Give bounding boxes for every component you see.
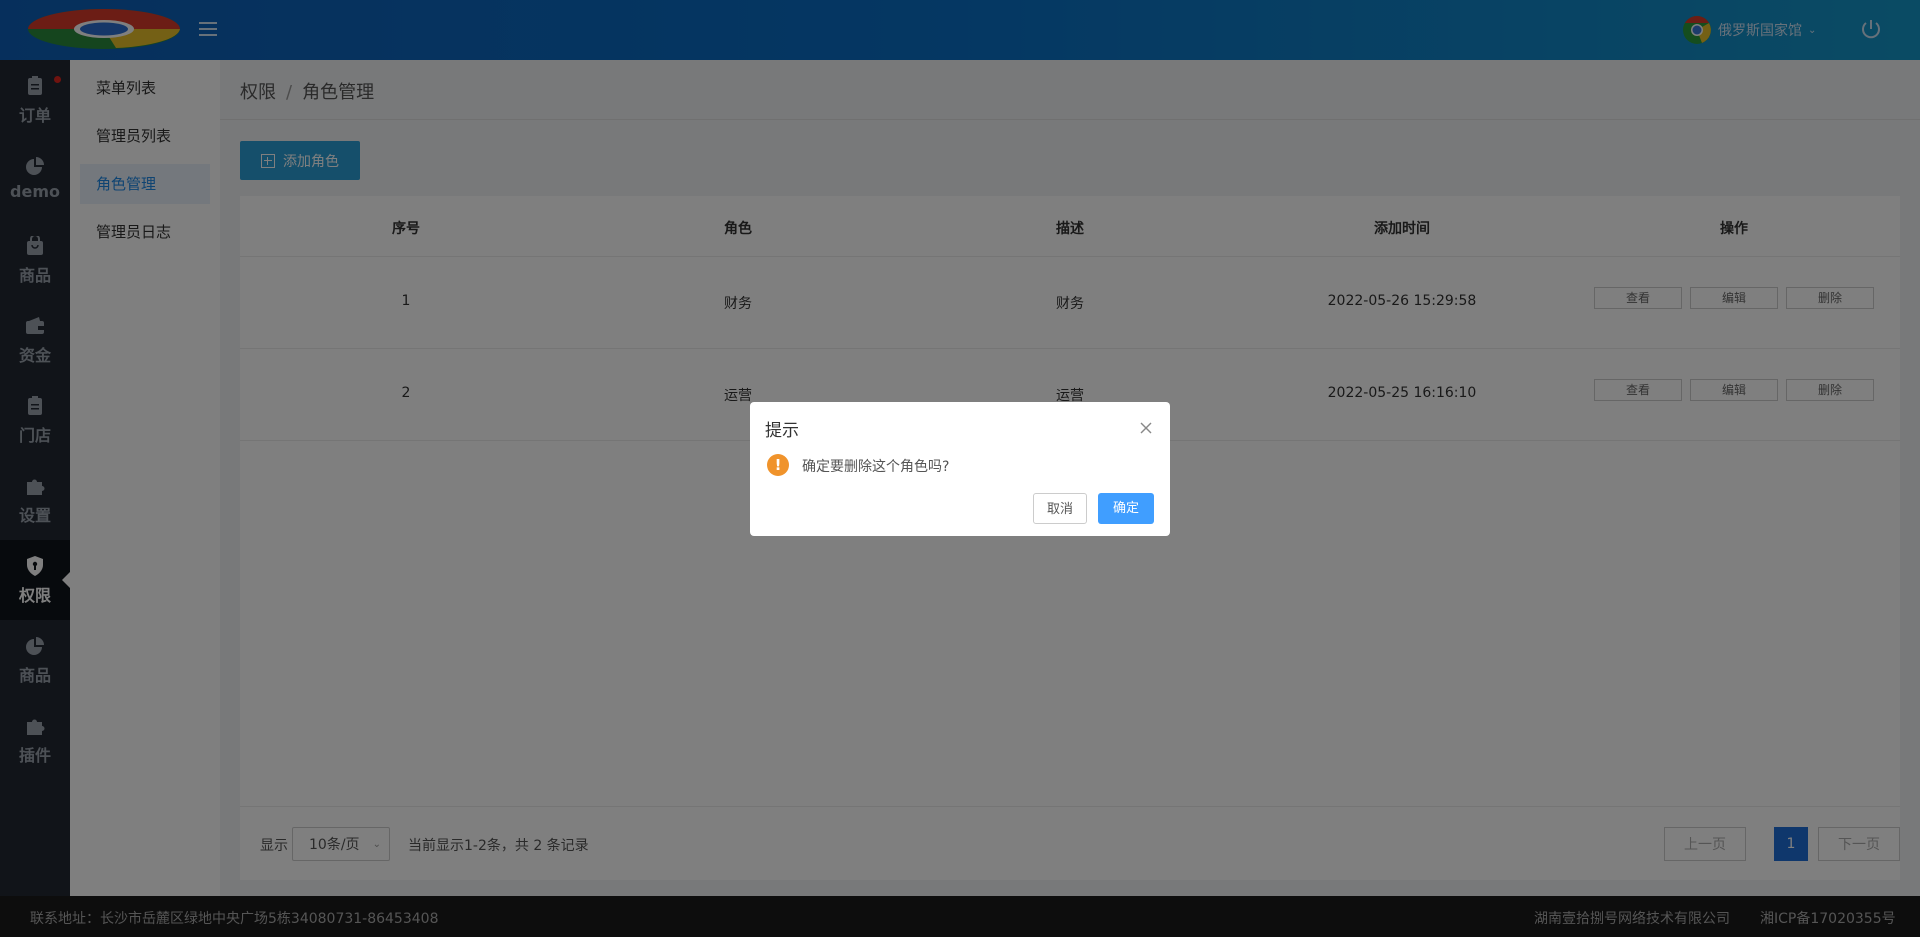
confirm-button[interactable]: 确定 — [1098, 493, 1154, 524]
dialog-title: 提示 — [765, 421, 799, 441]
cancel-button[interactable]: 取消 — [1033, 493, 1087, 524]
warning-icon: ! — [767, 454, 789, 476]
close-icon[interactable] — [1138, 420, 1154, 436]
dialog-message: 确定要删除这个角色吗? — [802, 459, 950, 475]
confirm-dialog: 提示 ! 确定要删除这个角色吗? 取消 确定 — [750, 402, 1170, 536]
